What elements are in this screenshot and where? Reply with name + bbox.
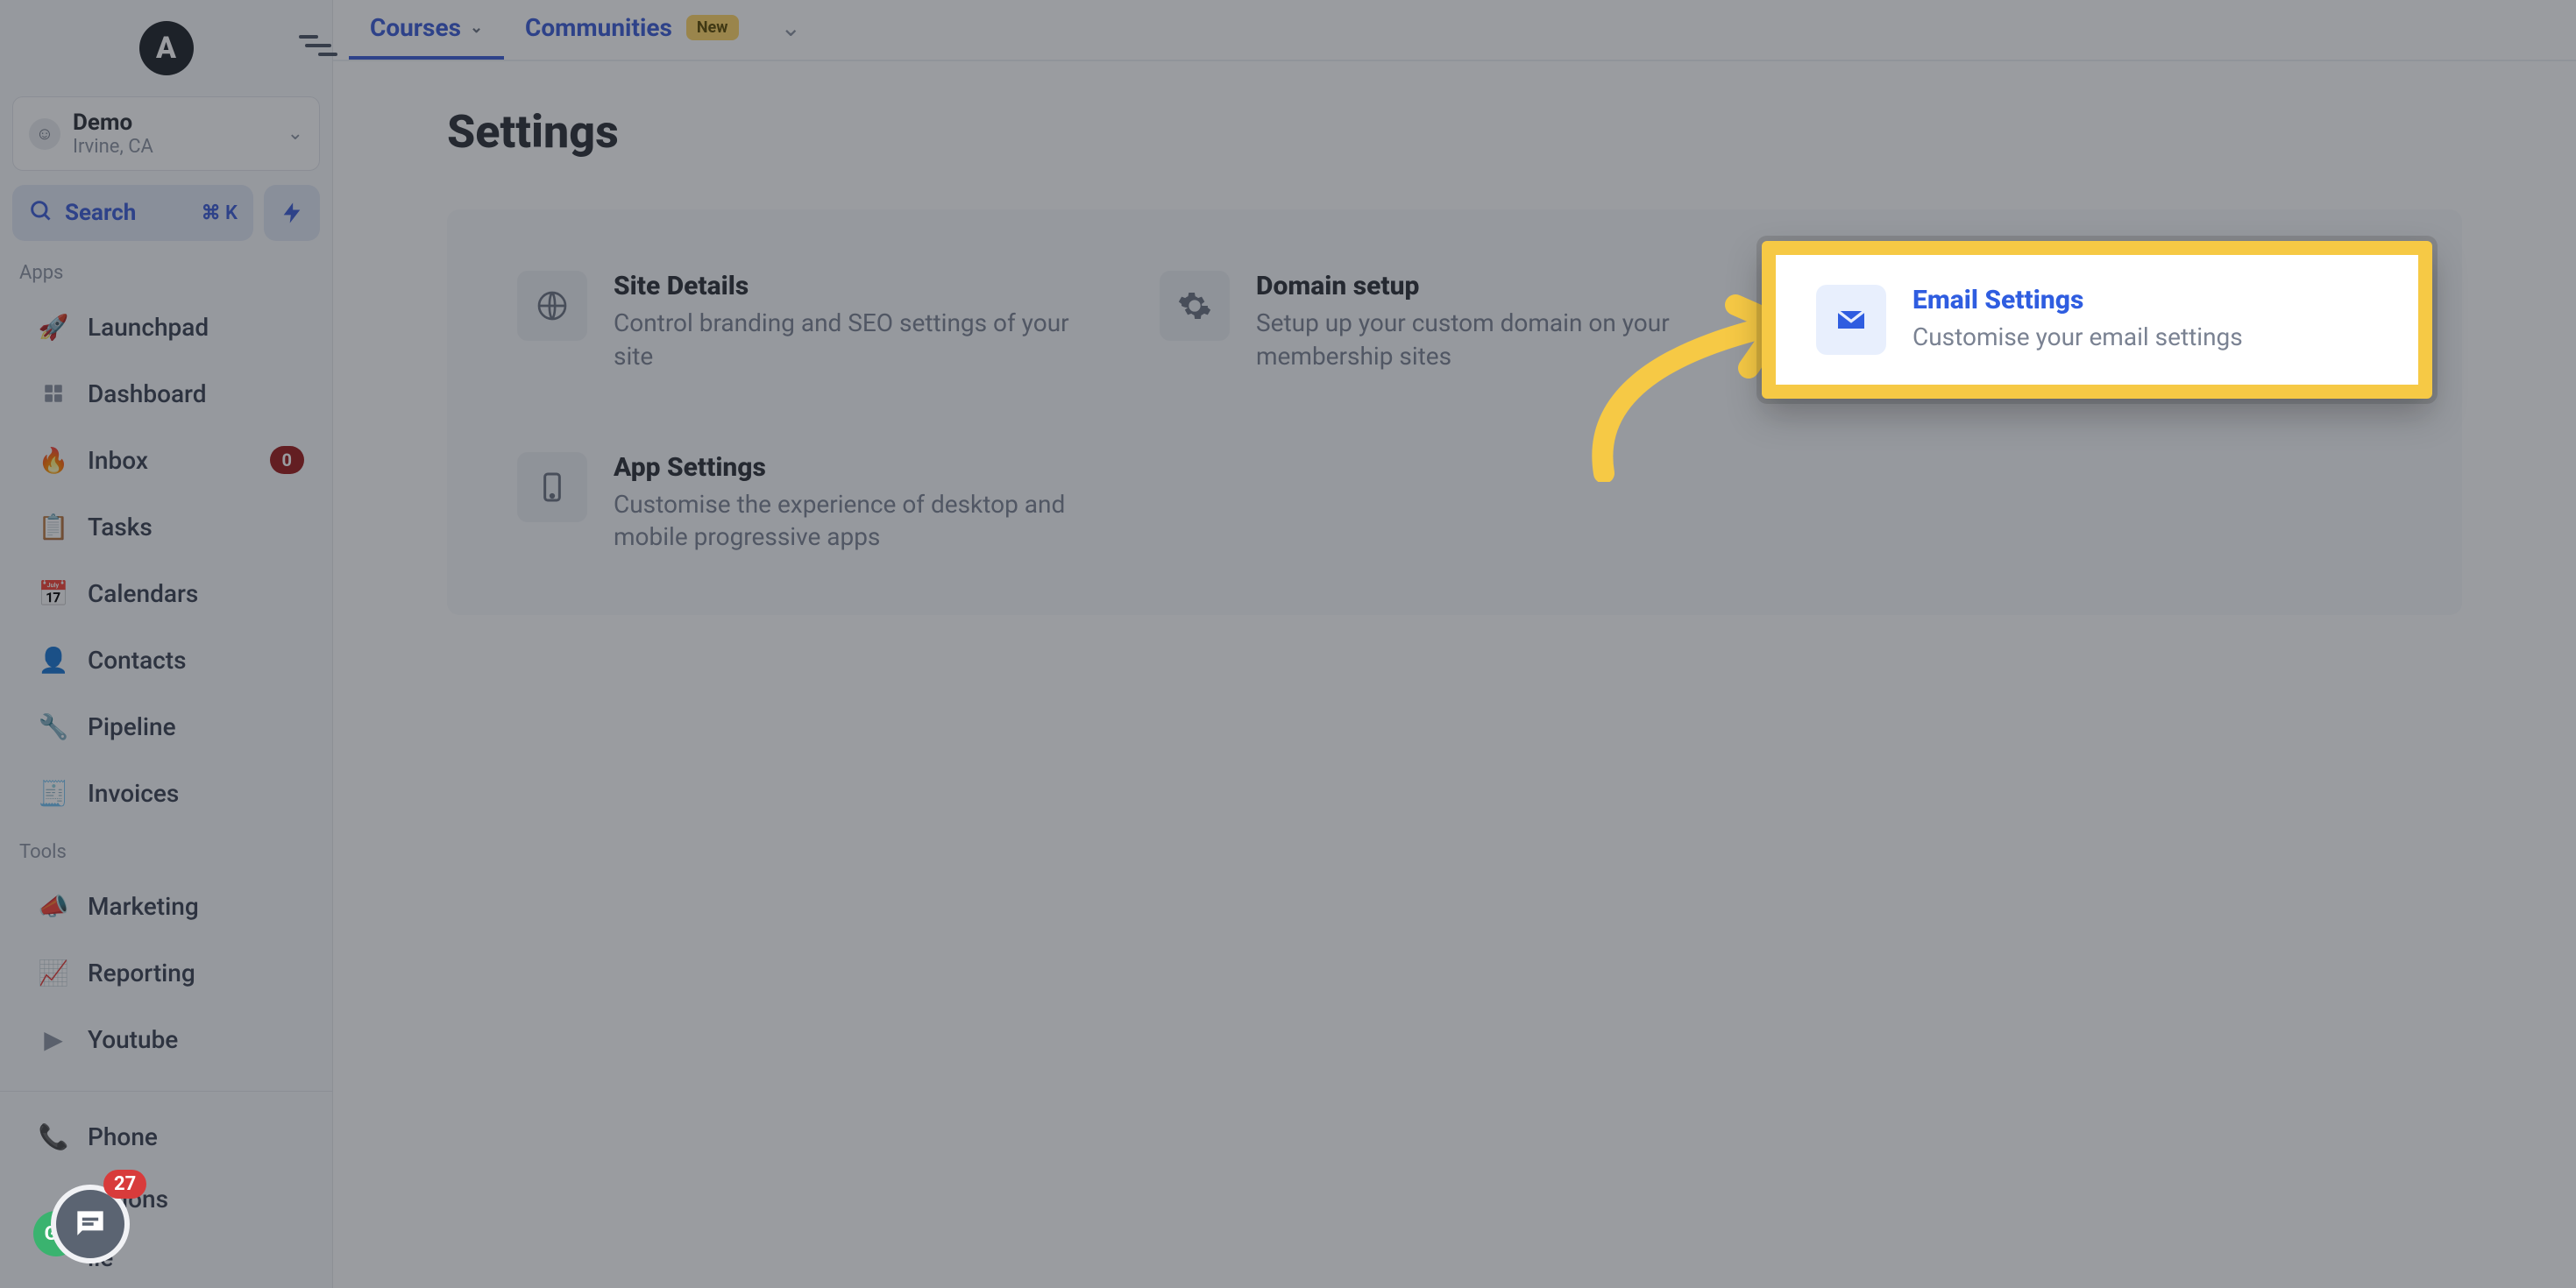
card-desc: Customise the experience of desktop and … [614, 488, 1107, 555]
sidebar-item-pipeline[interactable]: 🔧 Pipeline [9, 694, 323, 759]
topbar: Courses ⌄ Communities New ⌄ [333, 0, 2576, 61]
inbox-icon: 🔥 [35, 442, 72, 478]
card-title: App Settings [614, 452, 1107, 483]
search-icon [28, 198, 53, 229]
mobile-icon [517, 452, 587, 522]
workspace-name: Demo [73, 110, 287, 136]
mail-icon [1816, 285, 1886, 355]
tab-courses[interactable]: Courses ⌄ [349, 0, 504, 60]
sidebar-item-reporting[interactable]: 📈 Reporting [9, 940, 323, 1005]
card-email-settings[interactable]: Email Settings Customise your email sett… [1762, 241, 2432, 399]
sidebar-item-settings[interactable]: ⚙ Settings [9, 1073, 323, 1091]
sidebar-header: A [0, 0, 332, 89]
inbox-badge: 0 [270, 446, 304, 474]
sidebar-item-calendars[interactable]: 📅 Calendars [9, 561, 323, 626]
search-shortcut: ⌘ K [202, 202, 238, 224]
tab-more[interactable]: ⌄ [760, 0, 822, 60]
card-desc: Setup up your custom domain on your memb… [1256, 307, 1749, 373]
card-desc: Customise your email settings [1912, 321, 2243, 354]
workspace-location: Irvine, CA [73, 136, 287, 158]
main-area: Courses ⌄ Communities New ⌄ Settings Sit [333, 0, 2576, 1288]
card-desc: Control branding and SEO settings of you… [614, 307, 1107, 373]
sidebar-item-tasks[interactable]: 📋 Tasks [9, 494, 323, 559]
sidebar-item-invoices[interactable]: 🧾 Invoices [9, 761, 323, 825]
section-label-apps: Apps [0, 258, 332, 293]
quick-action-button[interactable] [264, 185, 320, 241]
sidebar-nav: 🚀 Launchpad Dashboard 🔥 Inbox 0 📋 Tasks … [0, 293, 332, 1091]
chevron-down-icon: ⌄ [287, 123, 303, 145]
card-title: Domain setup [1256, 271, 1749, 301]
globe-icon [517, 271, 587, 341]
tasks-icon: 📋 [35, 508, 72, 545]
sidebar-bottom: 📞 Phone cations ile [0, 1091, 332, 1288]
sidebar-item-launchpad[interactable]: 🚀 Launchpad [9, 294, 323, 359]
page-title: Settings [447, 105, 2462, 159]
settings-panel: Site Details Control branding and SEO se… [447, 209, 2462, 615]
user-icon: 👤 [35, 641, 72, 678]
grid-icon [35, 375, 72, 412]
tab-label: Communities [525, 13, 672, 42]
tab-communities[interactable]: Communities New [504, 0, 759, 60]
sidebar-item-inbox[interactable]: 🔥 Inbox 0 [9, 428, 323, 492]
app-logo[interactable]: A [139, 21, 194, 75]
sidebar-item-phone[interactable]: 📞 Phone [9, 1104, 323, 1169]
chevron-down-icon: ⌄ [781, 13, 801, 42]
chart-icon: 📈 [35, 954, 72, 991]
play-icon: ▶ [35, 1021, 72, 1058]
chevron-down-icon: ⌄ [470, 18, 483, 37]
notification-count-badge: 27 [103, 1170, 146, 1199]
search-input[interactable]: Search ⌘ K [12, 185, 253, 241]
calendar-icon: 📅 [35, 575, 72, 612]
section-label-tools: Tools [0, 838, 332, 872]
workspace-selector[interactable]: ☺ Demo Irvine, CA ⌄ [12, 96, 320, 171]
sidebar-item-youtube[interactable]: ▶ Youtube [9, 1007, 323, 1072]
sidebar-item-dashboard[interactable]: Dashboard [9, 361, 323, 426]
gear-icon [1160, 271, 1230, 341]
new-badge: New [686, 15, 739, 40]
sidebar-item-contacts[interactable]: 👤 Contacts [9, 627, 323, 692]
invoice-icon: 🧾 [35, 775, 72, 811]
card-domain-setup[interactable]: Domain setup Setup up your custom domain… [1160, 271, 1749, 373]
phone-icon: 📞 [35, 1118, 72, 1155]
search-label: Search [65, 200, 202, 226]
megaphone-icon: 📣 [35, 888, 72, 924]
card-site-details[interactable]: Site Details Control branding and SEO se… [517, 271, 1107, 373]
hamburger-icon[interactable] [297, 25, 339, 67]
card-app-settings[interactable]: App Settings Customise the experience of… [517, 452, 1107, 555]
rocket-icon: 🚀 [35, 308, 72, 345]
sidebar: A ☺ Demo Irvine, CA ⌄ Search ⌘ K Apps [0, 0, 333, 1288]
card-title: Email Settings [1912, 285, 2243, 315]
tab-label: Courses [370, 13, 461, 42]
sidebar-item-marketing[interactable]: 📣 Marketing [9, 874, 323, 938]
funnel-icon: 🔧 [35, 708, 72, 745]
card-title: Site Details [614, 271, 1107, 301]
workspace-avatar-icon: ☺ [29, 118, 60, 150]
